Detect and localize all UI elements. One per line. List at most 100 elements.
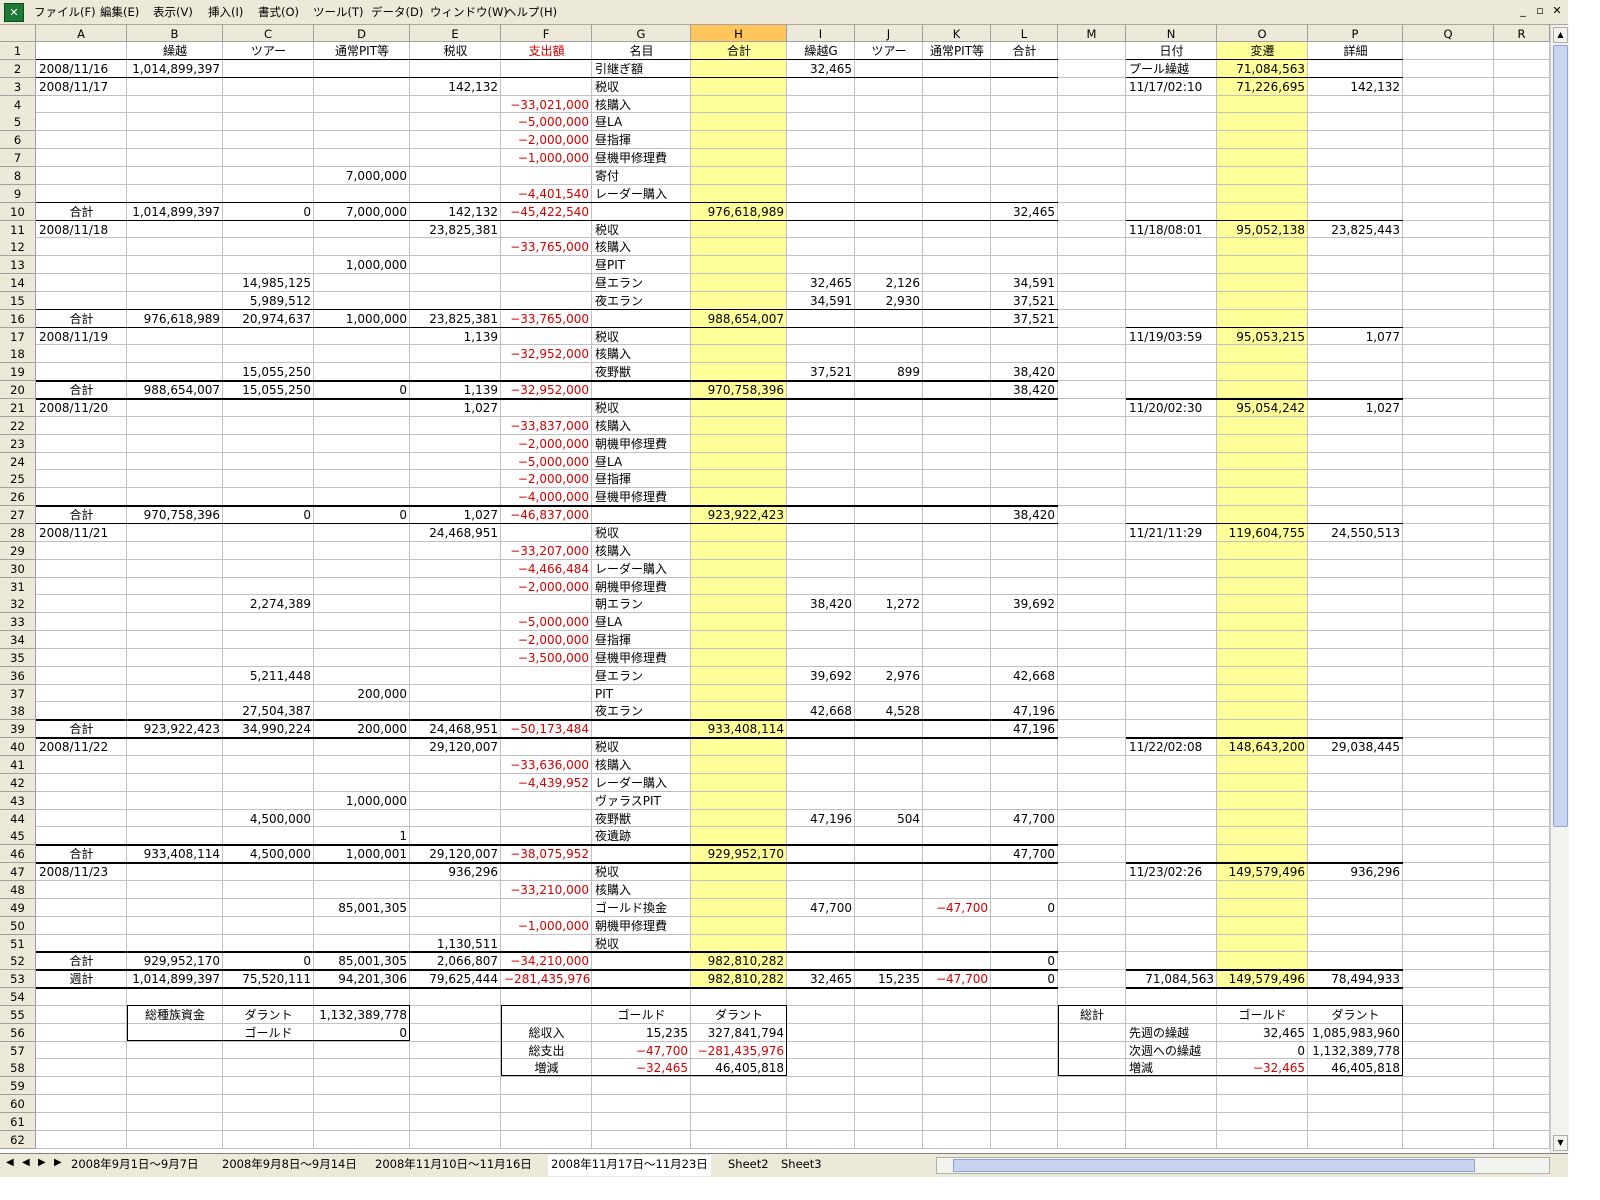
cell-O3[interactable]: 71,226,695: [1217, 78, 1308, 95]
cell-D56[interactable]: 0: [314, 1024, 410, 1041]
menu-item-2[interactable]: 編集(E): [100, 4, 139, 20]
cell-G36[interactable]: 昼エラン: [592, 667, 691, 684]
cell-D39[interactable]: 200,000: [314, 720, 410, 737]
cell-F5[interactable]: −5,000,000: [501, 113, 592, 130]
row-header[interactable]: 27: [0, 506, 36, 525]
cell-O55[interactable]: ゴールド: [1217, 1006, 1308, 1023]
row-header[interactable]: 56: [0, 1023, 36, 1042]
cell-G12[interactable]: 核購入: [592, 238, 691, 255]
cell-D52[interactable]: 85,001,305: [314, 952, 410, 969]
cell-F35[interactable]: −3,500,000: [501, 649, 592, 666]
column-header-B[interactable]: B: [127, 25, 223, 42]
cell-B46[interactable]: 933,408,114: [127, 845, 223, 862]
cell-P47[interactable]: 936,296: [1308, 863, 1403, 880]
cell-A3[interactable]: 2008/11/17: [36, 78, 127, 95]
cell-L20[interactable]: 38,420: [991, 381, 1058, 398]
sheet-tab-6[interactable]: Sheet3: [778, 1155, 825, 1174]
cell-E27[interactable]: 1,027: [410, 506, 501, 523]
row-header[interactable]: 36: [0, 666, 36, 685]
column-header-O[interactable]: O: [1217, 25, 1308, 42]
cell-O57[interactable]: 0: [1217, 1042, 1308, 1059]
cell-E47[interactable]: 936,296: [410, 863, 501, 880]
cell-F26[interactable]: −4,000,000: [501, 488, 592, 505]
excel-icon[interactable]: ✕: [4, 3, 24, 22]
cell-D1[interactable]: 通常PIT等: [314, 42, 410, 59]
cell-F22[interactable]: −33,837,000: [501, 417, 592, 434]
cell-G55[interactable]: ゴールド: [592, 1006, 691, 1023]
cell-N3[interactable]: 11/17/02:10: [1126, 78, 1217, 95]
cell-C56[interactable]: ゴールド: [223, 1024, 314, 1041]
cell-F50[interactable]: −1,000,000: [501, 917, 592, 934]
column-header-Q[interactable]: Q: [1403, 25, 1494, 42]
cell-L16[interactable]: 37,521: [991, 310, 1058, 327]
row-header[interactable]: 31: [0, 577, 36, 596]
cell-L15[interactable]: 37,521: [991, 292, 1058, 309]
cell-J15[interactable]: 2,930: [855, 292, 923, 309]
cell-L49[interactable]: 0: [991, 899, 1058, 916]
cell-J44[interactable]: 504: [855, 810, 923, 827]
cell-B27[interactable]: 970,758,396: [127, 506, 223, 523]
cell-O47[interactable]: 149,579,496: [1217, 863, 1308, 880]
cell-F7[interactable]: −1,000,000: [501, 149, 592, 166]
cell-H10[interactable]: 976,618,989: [691, 203, 787, 220]
cell-E17[interactable]: 1,139: [410, 328, 501, 345]
cell-D43[interactable]: 1,000,000: [314, 792, 410, 809]
row-header[interactable]: 4: [0, 95, 36, 114]
cell-D16[interactable]: 1,000,000: [314, 310, 410, 327]
row-header[interactable]: 62: [0, 1130, 36, 1149]
row-header[interactable]: 57: [0, 1041, 36, 1060]
cell-G38[interactable]: 夜エラン: [592, 702, 691, 719]
row-header[interactable]: 41: [0, 756, 36, 774]
cell-K49[interactable]: −47,700: [923, 899, 991, 916]
cell-G18[interactable]: 核購入: [592, 345, 691, 362]
column-header-H[interactable]: H: [691, 25, 787, 42]
cell-F46[interactable]: −38,075,952: [501, 845, 592, 862]
minimize-icon[interactable]: _: [1516, 4, 1530, 18]
row-header[interactable]: 7: [0, 149, 36, 168]
cell-D45[interactable]: 1: [314, 827, 410, 844]
cell-D27[interactable]: 0: [314, 506, 410, 523]
row-header[interactable]: 17: [0, 327, 36, 346]
cell-B1[interactable]: 繰越: [127, 42, 223, 59]
menu-item-6[interactable]: ツール(T): [313, 4, 364, 20]
cell-H1[interactable]: 合計: [691, 42, 787, 59]
cell-J38[interactable]: 4,528: [855, 702, 923, 719]
next-sheet-icon[interactable]: ▶: [38, 1157, 46, 1168]
row-header[interactable]: 16: [0, 309, 36, 328]
cell-F16[interactable]: −33,765,000: [501, 310, 592, 327]
cell-N57[interactable]: 次週への繰越: [1126, 1042, 1217, 1059]
cell-L46[interactable]: 47,700: [991, 845, 1058, 862]
cell-O58[interactable]: −32,465: [1217, 1059, 1308, 1076]
cell-G30[interactable]: レーダー購入: [592, 560, 691, 577]
row-header[interactable]: 46: [0, 845, 36, 864]
row-header[interactable]: 38: [0, 702, 36, 721]
hscroll-thumb[interactable]: [953, 1159, 1475, 1172]
cell-G35[interactable]: 昼機甲修理費: [592, 649, 691, 666]
cell-G25[interactable]: 昼指揮: [592, 470, 691, 487]
cell-C46[interactable]: 4,500,000: [223, 845, 314, 862]
row-header[interactable]: 44: [0, 809, 36, 828]
cell-B53[interactable]: 1,014,899,397: [127, 970, 223, 987]
cell-F1[interactable]: 支出額: [501, 42, 592, 59]
row-header[interactable]: 10: [0, 202, 36, 221]
cell-P53[interactable]: 78,494,933: [1308, 970, 1403, 987]
row-header[interactable]: 8: [0, 166, 36, 185]
cell-H58[interactable]: 46,405,818: [691, 1059, 787, 1076]
cell-K1[interactable]: 通常PIT等: [923, 42, 991, 59]
cell-N53[interactable]: 71,084,563: [1126, 970, 1217, 987]
column-header-G[interactable]: G: [592, 25, 691, 42]
cell-L19[interactable]: 38,420: [991, 363, 1058, 380]
cell-O28[interactable]: 119,604,755: [1217, 524, 1308, 541]
cell-P56[interactable]: 1,085,983,960: [1308, 1024, 1403, 1041]
cell-L38[interactable]: 47,196: [991, 702, 1058, 719]
row-header[interactable]: 40: [0, 738, 36, 757]
cell-J53[interactable]: 15,235: [855, 970, 923, 987]
row-header[interactable]: 3: [0, 77, 36, 96]
cell-G41[interactable]: 核購入: [592, 756, 691, 773]
cell-G31[interactable]: 朝機甲修理費: [592, 578, 691, 595]
row-header[interactable]: 39: [0, 720, 36, 739]
cell-C44[interactable]: 4,500,000: [223, 810, 314, 827]
row-header[interactable]: 29: [0, 541, 36, 560]
menu-item-9[interactable]: ヘルプ(H): [505, 4, 557, 20]
row-header[interactable]: 50: [0, 916, 36, 935]
